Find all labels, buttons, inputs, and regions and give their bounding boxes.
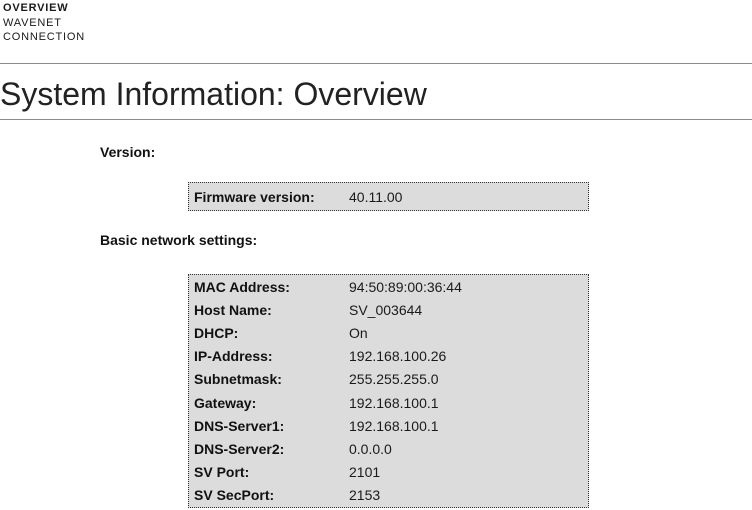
info-row-firmware: Firmware version: 40.11.00 bbox=[189, 183, 588, 210]
info-label: Gateway: bbox=[189, 395, 349, 411]
info-row-sv-secport: SV SecPort: 2153 bbox=[189, 484, 588, 507]
info-value: On bbox=[349, 325, 368, 341]
info-row-gateway: Gateway: 192.168.100.1 bbox=[189, 391, 588, 414]
info-label: Firmware version: bbox=[189, 189, 349, 205]
info-value: 94:50:89:00:36:44 bbox=[349, 279, 462, 295]
info-row-dns-server2: DNS-Server2: 0.0.0.0 bbox=[189, 437, 588, 460]
info-label: MAC Address: bbox=[189, 279, 349, 295]
info-label: IP-Address: bbox=[189, 348, 349, 364]
network-settings-box: MAC Address: 94:50:89:00:36:44 Host Name… bbox=[188, 274, 589, 508]
section-heading-network: Basic network settings: bbox=[100, 232, 257, 248]
info-label: Subnetmask: bbox=[189, 371, 349, 387]
section-heading-version: Version: bbox=[100, 144, 155, 160]
page-title: System Information: Overview bbox=[0, 76, 427, 113]
info-row-dns-server1: DNS-Server1: 192.168.100.1 bbox=[189, 414, 588, 437]
info-value: 192.168.100.26 bbox=[349, 348, 446, 364]
info-row-mac-address: MAC Address: 94:50:89:00:36:44 bbox=[189, 275, 588, 298]
info-value: 192.168.100.1 bbox=[349, 418, 439, 434]
nav-item-overview[interactable]: OVERVIEW bbox=[3, 1, 85, 16]
info-value: 2101 bbox=[349, 464, 380, 480]
info-row-ip-address: IP-Address: 192.168.100.26 bbox=[189, 345, 588, 368]
info-label: Host Name: bbox=[189, 302, 349, 318]
info-value: 192.168.100.1 bbox=[349, 395, 439, 411]
info-value: SV_003644 bbox=[349, 302, 422, 318]
info-value: 255.255.255.0 bbox=[349, 371, 439, 387]
info-value: 0.0.0.0 bbox=[349, 441, 392, 457]
info-row-subnetmask: Subnetmask: 255.255.255.0 bbox=[189, 368, 588, 391]
nav-item-wavenet[interactable]: WAVENET bbox=[3, 16, 85, 31]
info-row-sv-port: SV Port: 2101 bbox=[189, 461, 588, 484]
info-label: SV Port: bbox=[189, 464, 349, 480]
title-rule-top bbox=[0, 63, 752, 64]
info-label: DNS-Server1: bbox=[189, 418, 349, 434]
version-info-box: Firmware version: 40.11.00 bbox=[188, 182, 589, 211]
info-label: DHCP: bbox=[189, 325, 349, 341]
info-row-dhcp: DHCP: On bbox=[189, 321, 588, 344]
info-label: DNS-Server2: bbox=[189, 441, 349, 457]
title-rule-bottom bbox=[0, 119, 752, 120]
nav-item-connection[interactable]: CONNECTION bbox=[3, 30, 85, 45]
info-label: SV SecPort: bbox=[189, 487, 349, 503]
top-navigation: OVERVIEW WAVENET CONNECTION bbox=[3, 1, 85, 45]
info-value: 40.11.00 bbox=[349, 189, 402, 205]
info-row-host-name: Host Name: SV_003644 bbox=[189, 298, 588, 321]
info-value: 2153 bbox=[349, 487, 380, 503]
